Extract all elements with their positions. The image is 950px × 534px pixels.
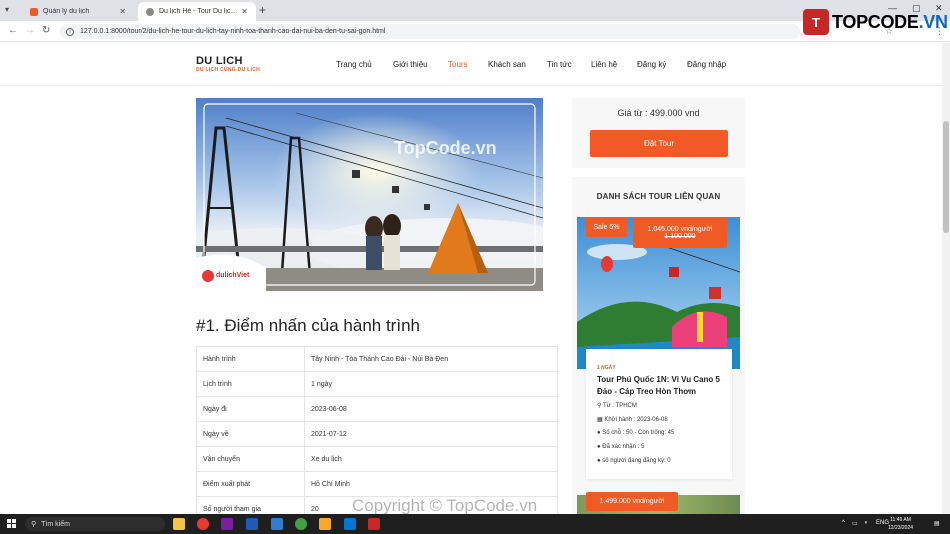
tab-quan-ly[interactable]: Quản lý du lịch ✕ <box>22 2 134 21</box>
clock-time: 11:49 AM <box>890 517 911 523</box>
tour-hero-image: TopCode.vn dulichViet <box>196 98 543 291</box>
taskbar: ⚲ Tìm kiếm ^ ▭ ◖ ENG 11:49 AM 12/23/2024… <box>0 514 950 534</box>
table-row: Hành trình Tây Ninh - Tòa Thánh Cao Đài -… <box>196 346 558 372</box>
nav-lien-he[interactable]: Liên hệ <box>591 60 617 69</box>
topcode-logo-text: TOPCODE.VN <box>832 11 948 32</box>
search-placeholder: Tìm kiếm <box>41 520 70 528</box>
price-box: Giá từ : 499.000 vnd Đặt Tour <box>572 98 745 168</box>
taskbar-search[interactable]: ⚲ Tìm kiếm <box>25 517 165 531</box>
nav-dang-nhap[interactable]: Đăng nhập <box>687 60 726 69</box>
reload-icon[interactable]: ↻ <box>42 25 50 36</box>
clock[interactable]: 11:49 AM 12/23/2024 <box>888 516 913 532</box>
tour-old-price: 1.100.000 <box>664 232 696 240</box>
chrome-icon[interactable] <box>197 518 209 530</box>
detail-value: 2021-07-12 <box>304 421 558 447</box>
brand-name: DU LICH <box>196 55 243 67</box>
detail-label: Ngày về <box>196 421 305 447</box>
tour-seats: ● Số chỗ : 50 - Còn trống: 45 <box>597 430 675 436</box>
nav-gioi-thieu[interactable]: Giới thiệu <box>393 60 428 69</box>
app-icon[interactable] <box>271 518 283 530</box>
detail-label: Điểm xuất phát <box>196 471 305 497</box>
file-explorer-icon[interactable] <box>173 518 185 530</box>
section-title: #1. Điểm nhấn của hành trình <box>196 316 420 335</box>
copyright-watermark: Copyright © TopCode.vn <box>352 496 538 515</box>
word-icon[interactable] <box>246 518 258 530</box>
tour-start: ▦ Khởi hành : 2023-06-08 <box>597 417 668 423</box>
nav-khach-san[interactable]: Khách san <box>488 60 526 69</box>
network-icon[interactable]: ▭ <box>852 520 858 527</box>
tour-price-label: 1.045.000 vnd/người <box>647 225 713 233</box>
site-header: DU LICH DU LỊCH CÙNG DU LỊCH Trang chủ G… <box>0 43 942 86</box>
nav-tin-tuc[interactable]: Tin tức <box>547 60 572 69</box>
detail-value: Hồ Chí Minh <box>304 471 558 497</box>
close-icon[interactable]: ✕ <box>119 7 126 16</box>
detail-value: Xe du lịch <box>304 446 558 472</box>
detail-value: 1 ngày <box>304 371 558 397</box>
detail-label: Ngày đi <box>196 396 305 422</box>
detail-label: Lịch trình <box>196 371 305 397</box>
price-badge: 1.045.000 vnd/người 1.100.000 <box>633 217 727 248</box>
sale-badge: Sale 5% <box>586 217 627 237</box>
folder-icon[interactable] <box>319 518 331 530</box>
new-tab-icon[interactable]: + <box>259 3 266 17</box>
close-icon[interactable]: ✕ <box>241 7 248 16</box>
related-tour-title[interactable]: Tour Phú Quốc 1N: Vi Vu Cano 5 Đảo - Cáp… <box>597 374 725 398</box>
detail-value: 2023-06-08 <box>304 396 558 422</box>
scrollbar-thumb[interactable] <box>943 121 949 233</box>
notification-icon[interactable]: ▤ <box>934 520 940 527</box>
detail-label: Hành trình <box>196 346 305 372</box>
hero-watermark: TopCode.vn <box>394 138 497 158</box>
table-row: Lịch trình 1 ngày <box>196 371 558 397</box>
clock-date: 12/23/2024 <box>888 525 914 531</box>
app-icon[interactable] <box>295 518 307 530</box>
tab-title: Du lịch Hè - Tour Du lịch Tây Ni... <box>159 8 241 15</box>
tour-price: Giá từ : 499.000 vnd <box>617 108 700 118</box>
nav-trang-chu[interactable]: Trang chủ <box>336 60 372 69</box>
nav-dang-ky[interactable]: Đăng ký <box>637 60 666 69</box>
tray-chevron-icon[interactable]: ^ <box>842 520 845 526</box>
dulichviet-logo: dulichViet <box>216 272 250 279</box>
table-row: Ngày đi 2023-06-08 <box>196 396 558 422</box>
tab-tour-detail[interactable]: Du lịch Hè - Tour Du lịch Tây Ni... ✕ <box>138 2 256 21</box>
url-text: 127.0.0.1:8000/tour/2/du-lich-he-tour-du… <box>80 28 386 35</box>
nav-tours[interactable]: Tours <box>448 60 468 69</box>
page-scrollbar[interactable] <box>942 43 950 514</box>
tab-favicon <box>146 7 154 16</box>
brand-tagline: DU LỊCH CÙNG DU LỊCH <box>196 67 261 73</box>
back-icon[interactable]: ← <box>8 25 18 36</box>
windows-start-icon[interactable] <box>7 519 17 529</box>
tab-favicon <box>30 7 38 16</box>
search-icon: ⚲ <box>31 521 37 528</box>
vscode-icon[interactable] <box>344 518 356 530</box>
tour-from: ⚲ Từ : TPHCM <box>597 403 637 409</box>
app-icon[interactable] <box>221 518 233 530</box>
volume-icon[interactable]: ◖ <box>864 520 868 526</box>
detail-value: Tây Ninh - Tòa Thánh Cao Đài - Núi Bà Đe… <box>304 346 558 372</box>
book-tour-button[interactable]: Đặt Tour <box>590 130 728 157</box>
app-icon[interactable] <box>368 518 380 530</box>
topcode-logo-mark: T <box>803 9 829 35</box>
table-row: Vận chuyển Xe du lịch <box>196 446 558 472</box>
site-info-icon[interactable]: i <box>66 27 74 36</box>
detail-label: Vận chuyển <box>196 446 305 472</box>
topcode-logo: T TOPCODE.VN <box>803 9 948 35</box>
tour-registered: ● số người đang đăng ký: 0 <box>597 458 671 464</box>
table-row: Điểm xuất phát Hồ Chí Minh <box>196 471 558 497</box>
forward-icon[interactable]: → <box>25 25 35 36</box>
related-tour-card[interactable]: 1 NGÀY Tour Phú Quốc 1N: Vi Vu Cano 5 Đả… <box>586 349 732 479</box>
url-field[interactable]: i 127.0.0.1:8000/tour/2/du-lich-he-tour-… <box>60 24 800 39</box>
price-badge: 1.499.000 vnd/người <box>586 492 678 511</box>
tour-duration: 1 NGÀY <box>597 365 616 371</box>
related-tours-title: DANH SÁCH TOUR LIÊN QUAN <box>596 192 721 201</box>
tab-search-icon[interactable]: ▾ <box>5 5 9 14</box>
table-row: Ngày về 2021-07-12 <box>196 421 558 447</box>
tab-title: Quản lý du lịch <box>43 8 90 15</box>
site-brand[interactable]: DU LICH DU LỊCH CÙNG DU LỊCH <box>196 55 260 73</box>
tour-confirmed: ● Đã xác nhận : 5 <box>597 444 645 450</box>
